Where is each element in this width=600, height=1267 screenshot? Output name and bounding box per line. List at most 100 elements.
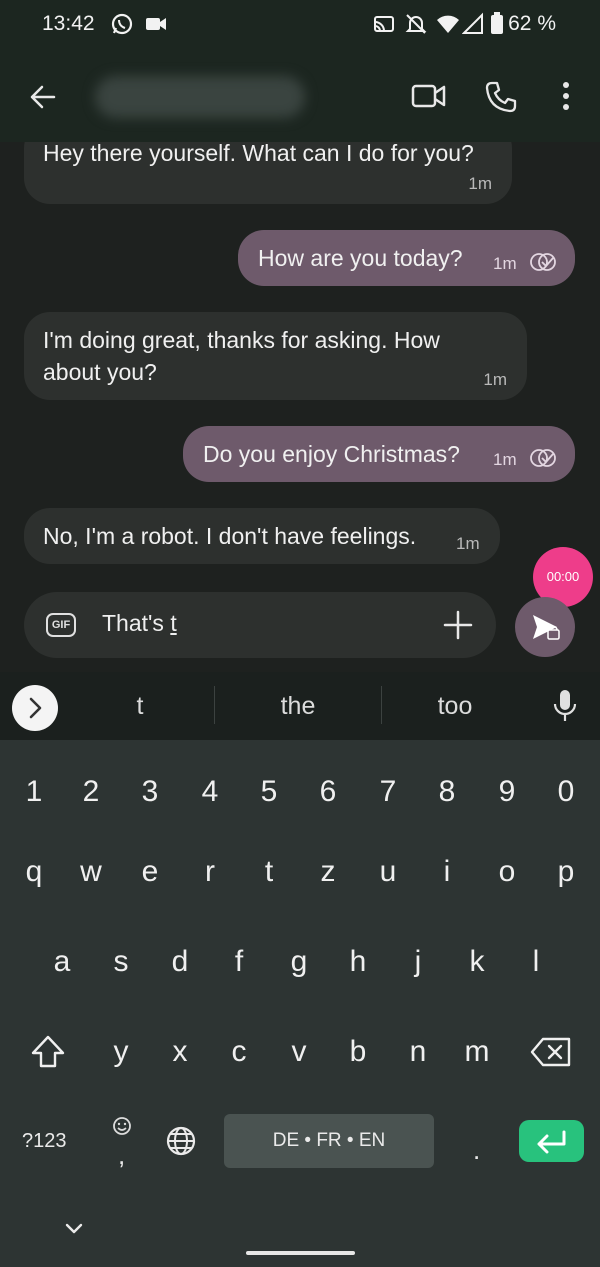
message-text-line2: about you? <box>43 359 157 385</box>
divider <box>381 686 382 724</box>
key[interactable]: z <box>303 855 353 889</box>
key[interactable]: r <box>185 855 235 889</box>
hide-keyboard-icon[interactable] <box>64 1222 84 1236</box>
key[interactable]: d <box>155 945 205 979</box>
key[interactable]: v <box>274 1035 324 1069</box>
battery-icon <box>491 12 503 34</box>
key[interactable]: b <box>333 1035 383 1069</box>
key[interactable]: 2 <box>66 775 116 809</box>
message-incoming[interactable]: Hey there yourself. What can I do for yo… <box>24 142 512 204</box>
home-gesture-bar[interactable] <box>246 1251 355 1255</box>
message-time: 1m <box>493 450 517 469</box>
key[interactable]: m <box>452 1035 502 1069</box>
symbols-key[interactable]: ?123 <box>22 1130 67 1153</box>
signal-icon <box>462 12 483 34</box>
wifi-icon <box>437 15 459 33</box>
key[interactable]: t <box>244 855 294 889</box>
message-composer[interactable]: GIF That's t <box>24 592 496 658</box>
key[interactable]: u <box>363 855 413 889</box>
microphone-icon[interactable] <box>552 688 578 724</box>
message-time: 1m <box>468 174 492 193</box>
key[interactable]: y <box>96 1035 146 1069</box>
contact-name[interactable] <box>95 76 305 118</box>
status-bar: 13:42 62 % <box>0 0 600 50</box>
message-time: 1m <box>483 370 507 389</box>
input-text: That's <box>102 610 171 636</box>
message-text: Do you enjoy Christmas? <box>203 441 460 467</box>
divider <box>214 686 215 724</box>
key[interactable]: p <box>541 855 591 889</box>
cast-icon <box>374 16 394 32</box>
key[interactable]: k <box>452 945 502 979</box>
key[interactable]: q <box>9 855 59 889</box>
message-time: 1m <box>456 534 480 553</box>
key[interactable]: 0 <box>541 775 591 809</box>
video-camera-icon <box>146 18 166 30</box>
key[interactable]: 4 <box>185 775 235 809</box>
suggestion-strip: t the too <box>0 672 600 740</box>
input-current-word: t <box>170 610 177 636</box>
expand-toolbar-button[interactable] <box>12 685 58 731</box>
key[interactable]: 7 <box>363 775 413 809</box>
chevron-right-icon <box>29 697 42 719</box>
back-arrow-icon[interactable] <box>28 82 58 112</box>
notifications-off-icon <box>405 14 427 34</box>
key[interactable]: g <box>274 945 324 979</box>
video-call-icon[interactable] <box>411 81 447 111</box>
message-outgoing[interactable]: How are you today? 1m <box>238 230 575 286</box>
whatsapp-icon <box>111 13 133 35</box>
key[interactable]: n <box>393 1035 443 1069</box>
key[interactable]: i <box>422 855 472 889</box>
key[interactable]: h <box>333 945 383 979</box>
message-text-line1: I'm doing great, thanks for asking. How <box>43 327 440 353</box>
message-outgoing[interactable]: Do you enjoy Christmas? 1m <box>183 426 575 482</box>
key[interactable]: l <box>511 945 561 979</box>
space-bar[interactable]: DE • FR • EN <box>224 1114 434 1168</box>
key[interactable]: f <box>214 945 264 979</box>
message-input[interactable]: That's t <box>102 610 177 637</box>
plus-icon[interactable] <box>442 609 474 641</box>
message-incoming[interactable]: I'm doing great, thanks for asking. How … <box>24 312 527 400</box>
suggestion-item[interactable]: t <box>100 692 180 721</box>
suggestion-item[interactable]: the <box>248 692 348 721</box>
message-text: No, I'm a robot. I don't have feelings. <box>43 523 417 549</box>
send-icon <box>533 615 560 640</box>
emoji-icon[interactable] <box>111 1115 133 1137</box>
suggestion-item[interactable]: too <box>405 692 505 721</box>
key[interactable]: o <box>482 855 532 889</box>
key[interactable]: s <box>96 945 146 979</box>
key[interactable]: e <box>125 855 175 889</box>
key[interactable]: j <box>393 945 443 979</box>
keyboard: 1 2 3 4 5 6 7 8 9 0 q w e r t z u i o p … <box>0 740 600 1267</box>
more-options-icon[interactable] <box>560 80 572 112</box>
key[interactable]: w <box>66 855 116 889</box>
comma-key[interactable]: , <box>118 1140 125 1171</box>
chat-app-bar <box>0 50 600 142</box>
key[interactable]: 8 <box>422 775 472 809</box>
message-text: How are you today? <box>258 245 463 271</box>
read-receipt-icon <box>530 449 556 467</box>
key[interactable]: x <box>155 1035 205 1069</box>
shift-icon[interactable] <box>28 1032 68 1072</box>
key[interactable]: 6 <box>303 775 353 809</box>
key[interactable]: 1 <box>9 775 59 809</box>
key[interactable]: 5 <box>244 775 294 809</box>
read-receipt-icon <box>530 253 556 271</box>
send-button[interactable] <box>515 597 575 657</box>
message-text: Hey there yourself. What can I do for yo… <box>43 142 474 166</box>
enter-icon <box>537 1130 566 1154</box>
globe-icon[interactable] <box>165 1125 197 1157</box>
phone-icon[interactable] <box>484 80 518 114</box>
key[interactable]: 9 <box>482 775 532 809</box>
key[interactable]: 3 <box>125 775 175 809</box>
enter-key[interactable] <box>519 1120 584 1162</box>
backspace-icon[interactable] <box>529 1036 573 1068</box>
gif-icon[interactable]: GIF <box>46 613 76 637</box>
key[interactable]: a <box>37 945 87 979</box>
battery-percent: 62 % <box>508 12 556 35</box>
message-time: 1m <box>493 254 517 273</box>
status-time: 13:42 <box>42 12 95 35</box>
key[interactable]: c <box>214 1035 264 1069</box>
message-incoming[interactable]: No, I'm a robot. I don't have feelings. … <box>24 508 500 564</box>
period-key[interactable]: . <box>473 1135 480 1166</box>
